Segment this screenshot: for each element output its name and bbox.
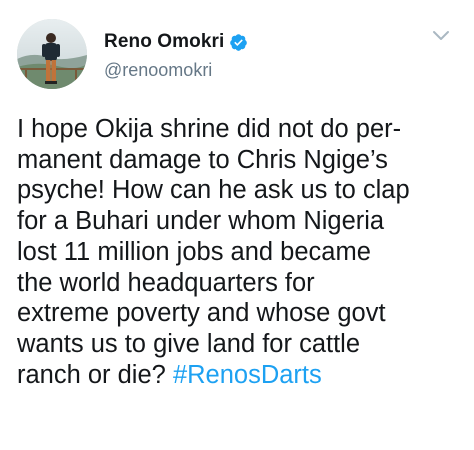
tweet-text: I hope Okija shrine did not do per- mane…: [17, 114, 467, 390]
tweet-text-line: I hope Okija shrine did not do per-: [17, 115, 402, 143]
tweet-card: Reno Omokri @renoomokri I hope Okija shr…: [0, 0, 474, 450]
tweet-text-last-line: ranch or die? #RenosDarts: [17, 360, 467, 391]
tweet-text-line: extreme poverty and whose govt: [17, 299, 386, 328]
hashtag-link[interactable]: #RenosDarts: [173, 361, 322, 389]
avatar[interactable]: [17, 19, 87, 89]
verified-badge-icon: [229, 33, 248, 52]
profile-photo: [17, 19, 87, 89]
tweet-text-line: lost 11 million jobs and became: [17, 237, 371, 266]
author-handle[interactable]: @renoomokri: [104, 60, 212, 81]
tweet-text-line: for a Buhari under whom Nigeria: [17, 207, 385, 236]
tweet-text-line: manent damage to Chris Ngige’s: [17, 145, 388, 174]
tweet-text-line: wants us to give land for cattle: [17, 329, 361, 358]
author-name-row: Reno Omokri: [104, 30, 248, 54]
author-display-name[interactable]: Reno Omokri: [104, 31, 224, 53]
tweet-text-line: ranch or die?: [17, 360, 173, 389]
chevron-down-icon[interactable]: [432, 29, 450, 43]
tweet-text-line: psyche! How can he ask us to clap: [17, 176, 410, 205]
tweet-text-line: the world headquarters for: [17, 268, 315, 297]
